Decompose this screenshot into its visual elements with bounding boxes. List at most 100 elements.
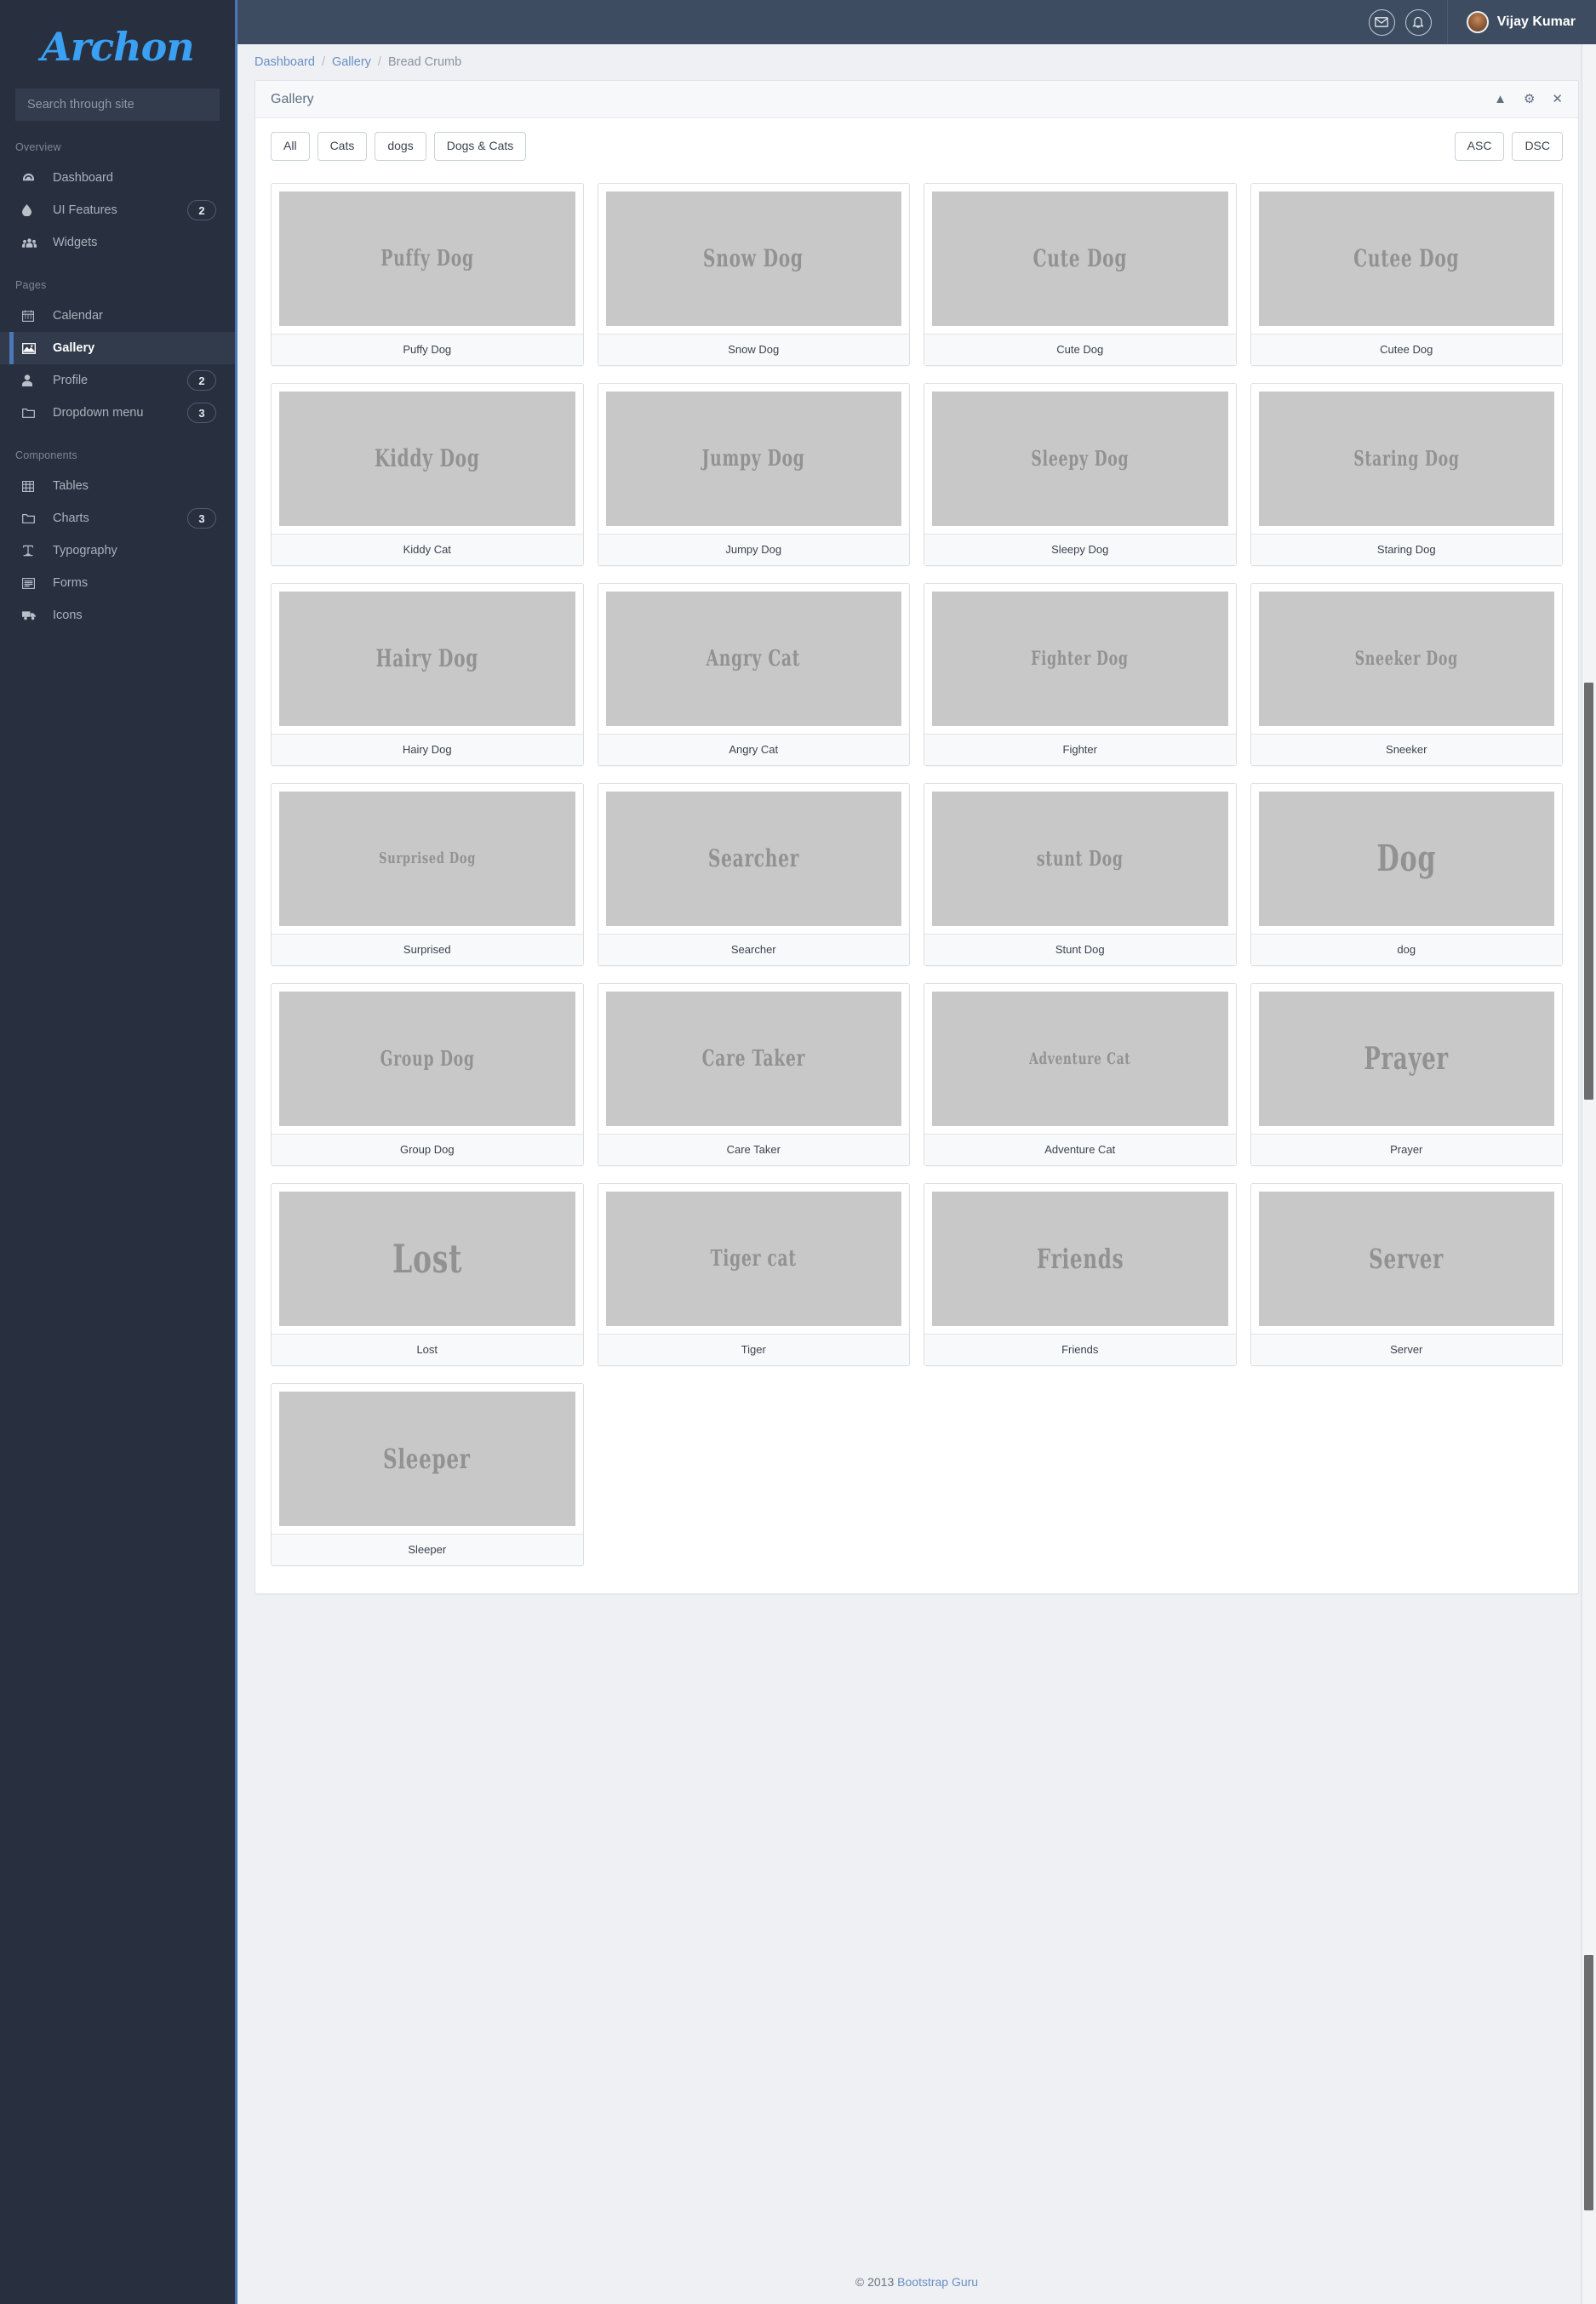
gallery-item[interactable]: Sneeker Dog Sneeker bbox=[1250, 582, 1563, 766]
gallery-item-image[interactable]: Prayer bbox=[1258, 991, 1554, 1126]
sidebar-item-tables[interactable]: Tables bbox=[0, 470, 235, 502]
breadcrumb-item-gallery[interactable]: Gallery bbox=[332, 55, 371, 69]
gallery-item[interactable]: Dog dog bbox=[1250, 782, 1563, 966]
user-icon bbox=[22, 374, 46, 386]
gallery-item[interactable]: Kiddy Dog Kiddy Cat bbox=[271, 382, 584, 566]
gallery-item[interactable]: Adventure Cat Adventure Cat bbox=[924, 982, 1237, 1166]
gallery-cell: Cute Dog Cute Dog bbox=[917, 174, 1244, 374]
page-scrollbar-track[interactable] bbox=[1582, 44, 1596, 2304]
gallery-item-image[interactable]: Group Dog bbox=[279, 991, 575, 1126]
filter-button-dogs[interactable]: dogs bbox=[375, 132, 426, 161]
gallery-item-image[interactable]: Sleepy Dog bbox=[932, 391, 1228, 526]
sort-button-dsc[interactable]: DSC bbox=[1512, 132, 1563, 161]
gallery-item-image[interactable]: Cute Dog bbox=[932, 191, 1228, 326]
gallery-item[interactable]: Sleeper Sleeper bbox=[271, 1382, 584, 1566]
sidebar-item-ui-features[interactable]: UI Features 2 bbox=[0, 194, 235, 226]
filter-button-dogs-cats[interactable]: Dogs & Cats bbox=[433, 132, 527, 161]
gallery-item-image[interactable]: stunt Dog bbox=[932, 791, 1228, 926]
sort-button-group: ASC DSC bbox=[1454, 132, 1563, 161]
gallery-item-image[interactable]: Cutee Dog bbox=[1258, 191, 1554, 326]
gallery-item[interactable]: Sleepy Dog Sleepy Dog bbox=[924, 382, 1237, 566]
gallery-item-image[interactable]: Friends bbox=[932, 1191, 1228, 1326]
gallery-item-placeholder-text: Hairy Dog bbox=[375, 644, 479, 672]
gallery-item-image[interactable]: Server bbox=[1258, 1191, 1554, 1326]
bell-icon[interactable] bbox=[1404, 9, 1432, 36]
gallery-item-image[interactable]: Sleeper bbox=[279, 1391, 575, 1526]
gallery-item[interactable]: Puffy Dog Puffy Dog bbox=[271, 182, 584, 366]
gallery-item[interactable]: Cute Dog Cute Dog bbox=[924, 182, 1237, 366]
gallery-item[interactable]: Prayer Prayer bbox=[1250, 982, 1563, 1166]
gallery-item[interactable]: Jumpy Dog Jumpy Dog bbox=[597, 382, 910, 566]
gallery-item[interactable]: Searcher Searcher bbox=[597, 782, 910, 966]
gallery-cell: Group Dog Group Dog bbox=[264, 975, 591, 1175]
gallery-item-image[interactable]: Kiddy Dog bbox=[279, 391, 575, 526]
main-area: Vijay Kumar Dashboard / Gallery / Bread Crum… bbox=[237, 0, 1596, 2304]
gallery-item[interactable]: Snow Dog Snow Dog bbox=[597, 182, 910, 366]
gallery-item[interactable]: Surprised Dog Surprised bbox=[271, 782, 584, 966]
gallery-item[interactable]: Fighter Dog Fighter bbox=[924, 582, 1237, 766]
gallery-item-image[interactable]: Dog bbox=[1258, 791, 1554, 926]
gallery-cell: Prayer Prayer bbox=[1244, 975, 1570, 1175]
gallery-item[interactable]: Staring Dog Staring Dog bbox=[1250, 382, 1563, 566]
gallery-cell: Server Server bbox=[1244, 1175, 1570, 1375]
sidebar-item-typography[interactable]: Typography bbox=[0, 535, 235, 567]
sidebar-item-gallery[interactable]: Gallery bbox=[0, 332, 235, 364]
sort-button-asc[interactable]: ASC bbox=[1454, 132, 1505, 161]
gallery-item-image[interactable]: Staring Dog bbox=[1258, 391, 1554, 526]
gallery-item-image[interactable]: Surprised Dog bbox=[279, 791, 575, 926]
gallery-item-placeholder-text: Cutee Dog bbox=[1353, 244, 1460, 272]
filter-button-all[interactable]: All bbox=[271, 132, 310, 161]
footer-link[interactable]: Bootstrap Guru bbox=[897, 2275, 978, 2289]
gallery-grid: Puffy Dog Puffy Dog Snow Dog Snow Dog Cute D… bbox=[255, 164, 1578, 1593]
gallery-item-image[interactable]: Puffy Dog bbox=[279, 191, 575, 326]
user-menu[interactable]: Vijay Kumar bbox=[1446, 0, 1576, 44]
search-input[interactable] bbox=[15, 89, 220, 121]
gallery-item[interactable]: Care Taker Care Taker bbox=[597, 982, 910, 1166]
sidebar-item-dashboard[interactable]: Dashboard bbox=[0, 162, 235, 194]
avatar bbox=[1466, 11, 1489, 33]
gallery-item[interactable]: Hairy Dog Hairy Dog bbox=[271, 582, 584, 766]
gallery-item-image[interactable]: Tiger cat bbox=[605, 1191, 901, 1326]
gallery-item[interactable]: Friends Friends bbox=[924, 1182, 1237, 1366]
mail-icon[interactable] bbox=[1368, 9, 1395, 36]
gallery-item-image[interactable]: Care Taker bbox=[605, 991, 901, 1126]
gallery-item-image[interactable]: Lost bbox=[279, 1191, 575, 1326]
sidebar-item-widgets[interactable]: Widgets bbox=[0, 226, 235, 259]
close-icon[interactable]: ✕ bbox=[1552, 93, 1563, 106]
gallery-cell: Kiddy Dog Kiddy Cat bbox=[264, 374, 591, 575]
sidebar-item-charts[interactable]: Charts 3 bbox=[0, 502, 235, 535]
sidebar-item-forms[interactable]: Forms bbox=[0, 567, 235, 599]
gallery-item-image[interactable]: Hairy Dog bbox=[279, 591, 575, 726]
gallery-item-image[interactable]: Snow Dog bbox=[605, 191, 901, 326]
gallery-item-caption: Friends bbox=[924, 1333, 1236, 1365]
gallery-item[interactable]: Angry Cat Angry Cat bbox=[597, 582, 910, 766]
brand-logo[interactable]: Archon bbox=[0, 0, 235, 89]
page-scrollbar-thumb-secondary[interactable] bbox=[1584, 1955, 1593, 2210]
page-scrollbar-thumb[interactable] bbox=[1584, 683, 1593, 1100]
gallery-item-image[interactable]: Fighter Dog bbox=[932, 591, 1228, 726]
sidebar-item-label: Forms bbox=[53, 576, 89, 590]
sidebar-item-dropdown-menu[interactable]: Dropdown menu 3 bbox=[0, 397, 235, 429]
gallery-item[interactable]: Lost Lost bbox=[271, 1182, 584, 1366]
gallery-item-placeholder-text: Group Dog bbox=[380, 1046, 475, 1071]
gallery-item[interactable]: Cutee Dog Cutee Dog bbox=[1250, 182, 1563, 366]
gallery-item-image[interactable]: Jumpy Dog bbox=[605, 391, 901, 526]
collapse-icon[interactable]: ▲ bbox=[1494, 93, 1507, 106]
gallery-item[interactable]: Tiger cat Tiger bbox=[597, 1182, 910, 1366]
gallery-item[interactable]: stunt Dog Stunt Dog bbox=[924, 782, 1237, 966]
gallery-item-placeholder-text: Surprised Dog bbox=[378, 849, 476, 867]
gallery-item-image[interactable]: Angry Cat bbox=[605, 591, 901, 726]
gallery-item-image[interactable]: Searcher bbox=[605, 791, 901, 926]
gallery-item-image[interactable]: Adventure Cat bbox=[932, 991, 1228, 1126]
breadcrumb-item-dashboard[interactable]: Dashboard bbox=[255, 55, 315, 69]
gear-icon[interactable]: ⚙ bbox=[1524, 93, 1535, 106]
sidebar-item-icons[interactable]: Icons bbox=[0, 599, 235, 632]
gallery-item[interactable]: Server Server bbox=[1250, 1182, 1563, 1366]
footer-copyright: © 2013 bbox=[855, 2275, 895, 2289]
gallery-item-placeholder-text: Server bbox=[1369, 1242, 1444, 1275]
gallery-item[interactable]: Group Dog Group Dog bbox=[271, 982, 584, 1166]
gallery-item-image[interactable]: Sneeker Dog bbox=[1258, 591, 1554, 726]
sidebar-item-calendar[interactable]: Calendar bbox=[0, 300, 235, 332]
filter-button-cats[interactable]: Cats bbox=[317, 132, 368, 161]
sidebar-item-profile[interactable]: Profile 2 bbox=[0, 364, 235, 397]
